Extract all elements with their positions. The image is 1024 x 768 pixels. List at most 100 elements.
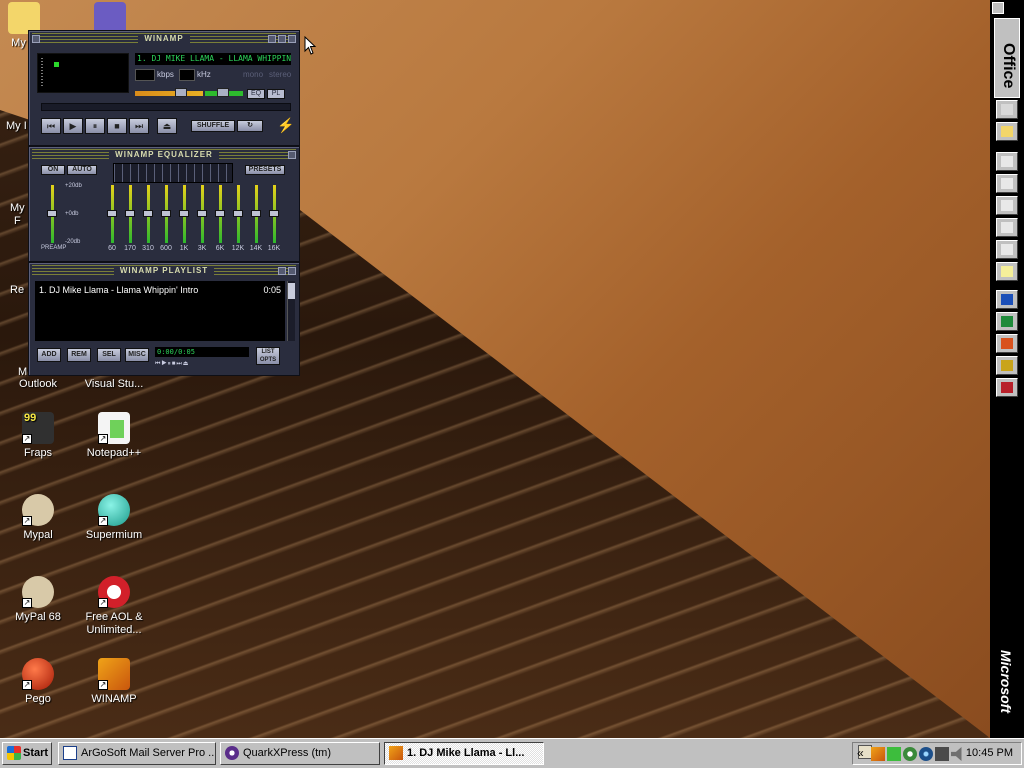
eq-band-slider[interactable] [179,185,189,243]
desktop-icon-supermium[interactable]: ↗ Supermium [76,494,152,542]
playlist-add-button[interactable]: ADD [37,348,61,362]
eq-band-slider[interactable] [251,185,261,243]
eq-on-button[interactable]: ON [41,165,65,175]
office-bar-button[interactable] [996,174,1018,193]
desktop-icon-mypal68[interactable]: ↗ MyPal 68 [0,576,76,624]
antivirus-tray-icon[interactable] [903,747,917,761]
close-button[interactable] [288,151,296,159]
office-bar-button[interactable] [996,152,1018,171]
winamp-title-bar[interactable]: WINAMP [32,33,296,45]
eq-band-slider[interactable] [107,185,117,243]
office-bar-button[interactable] [996,218,1018,237]
eq-auto-button[interactable]: AUTO [67,165,97,175]
pl-toggle-button[interactable]: PL [267,89,285,99]
eq-band-label: 14K [249,245,263,252]
playlist-item-title: 1. DJ Mike Llama - Llama Whippin' Intro [39,285,199,295]
desktop-icon-aol[interactable]: ↗ Free AOL & Unlimited... [76,576,152,637]
winamp-tray-icon[interactable] [871,747,885,761]
taskbar-clock[interactable]: 10:45 PM [966,747,1013,759]
office-bar-button[interactable] [996,312,1018,331]
previous-button[interactable]: ⏮ [41,118,61,134]
tray-expand-chevron[interactable]: « [857,746,864,760]
mono-indicator: mono [243,70,264,79]
shade-button[interactable] [278,35,286,43]
office-bar-button[interactable] [996,356,1018,375]
preamp-slider[interactable] [47,185,57,243]
desktop-icon-pego[interactable]: ↗ Pego [0,658,76,706]
office-bar-button[interactable] [996,334,1018,353]
office-bar-button[interactable] [996,378,1018,397]
desktop-icon-winamp[interactable]: ↗ WINAMP [76,658,152,706]
office-toolbar-button[interactable]: Office [994,18,1020,98]
network-tray-icon[interactable] [887,747,901,761]
pause-button[interactable]: ⏸ [85,118,105,134]
scrollbar-thumb[interactable] [288,283,295,299]
office-bar-button[interactable] [996,100,1018,119]
visualization-display[interactable] [37,53,129,93]
start-button[interactable]: Start [2,742,52,765]
desktop-icon-mypal[interactable]: ↗ Mypal [0,494,76,542]
disk-tray-icon[interactable] [919,747,933,761]
close-button[interactable] [288,35,296,43]
aol-icon: ↗ [98,576,130,608]
eq-band-slider[interactable] [161,185,171,243]
office-menu-icon[interactable] [992,2,1004,14]
outlook-app-icon [1001,360,1013,371]
taskbar-button-quarkxpress[interactable]: QuarkXPress (tm) [220,742,380,765]
stop-button[interactable]: ■ [107,118,127,134]
winamp-equalizer-window[interactable]: WINAMP EQUALIZER ON AUTO PRESETS +20db +… [28,146,300,262]
play-button[interactable]: ▶ [63,118,83,134]
office-bar-button[interactable] [996,262,1018,281]
office-bar-button[interactable] [996,240,1018,259]
eq-presets-button[interactable]: PRESETS [245,165,285,175]
eject-button[interactable]: ⏏ [157,118,177,134]
playlist-misc-button[interactable]: MISC [125,348,149,362]
office-shortcut-bar[interactable]: Office Microsoft [990,0,1024,738]
minimize-button[interactable] [268,35,276,43]
eq-band-slider[interactable] [269,185,279,243]
song-title-display[interactable]: 1. DJ MIKE LLAMA - LLAMA WHIPPIN' INTRO … [135,53,291,65]
system-tray: « 10:45 PM [852,742,1022,765]
volume-tray-icon[interactable] [951,747,962,761]
playlist-title-bar[interactable]: WINAMP PLAYLIST [32,265,296,277]
list-opts-button[interactable]: LIST OPTS [256,347,280,365]
winamp-menu-button[interactable] [32,35,40,43]
equalizer-title-bar[interactable]: WINAMP EQUALIZER [32,149,296,161]
playlist-item[interactable]: 1. DJ Mike Llama - Llama Whippin' Intro … [39,285,281,295]
eq-toggle-button[interactable]: EQ [247,89,265,99]
shade-button[interactable] [278,267,286,275]
playlist-scrollbar[interactable] [287,281,295,341]
shortcut-arrow-icon: ↗ [22,516,32,526]
repeat-button[interactable]: ↻ [237,120,263,132]
mail-tray-icon[interactable] [935,747,949,761]
taskbar-button-winamp[interactable]: 1. DJ Mike Llama - Ll... [384,742,544,765]
eq-band-slider[interactable] [197,185,207,243]
office-bar-button[interactable] [996,122,1018,141]
volume-knob[interactable] [175,88,187,97]
eq-band-slider[interactable] [215,185,225,243]
volume-slider[interactable] [135,91,203,96]
desktop-icon-fraps[interactable]: 99 ↗ Fraps [0,412,76,460]
playlist-sel-button[interactable]: SEL [97,348,121,362]
winamp-playlist-window[interactable]: WINAMP PLAYLIST 1. DJ Mike Llama - Llama… [28,262,300,376]
shuffle-button[interactable]: SHUFFLE [191,120,235,132]
desktop-icon-notepadpp[interactable]: ↗ Notepad++ [76,412,152,460]
eq-band-slider[interactable] [125,185,135,243]
clutterbar[interactable] [41,58,43,86]
close-button[interactable] [288,267,296,275]
eq-band-slider[interactable] [233,185,243,243]
next-button[interactable]: ⏭ [129,118,149,134]
eq-band-slider[interactable] [143,185,153,243]
balance-knob[interactable] [217,88,229,97]
playlist-mini-controls[interactable]: ⏮▶⏸■⏭⏏ [155,360,249,368]
office-bar-button[interactable] [996,290,1018,309]
playlist-list[interactable]: 1. DJ Mike Llama - Llama Whippin' Intro … [35,281,285,341]
taskbar-button-argosoft[interactable]: ArGoSoft Mail Server Pro ... [58,742,216,765]
desktop-icon-outlook[interactable]: Outlook [0,378,76,391]
desktop-icon-visual-studio[interactable]: Visual Stu... [76,378,152,391]
winamp-bolt-icon[interactable]: ⚡ [277,117,294,135]
office-bar-button[interactable] [996,196,1018,215]
playlist-rem-button[interactable]: REM [67,348,91,362]
winamp-main-window[interactable]: WINAMP 1. DJ MIKE LLAMA - LLAMA WHIPPIN'… [28,30,300,146]
seek-bar[interactable] [41,103,291,111]
